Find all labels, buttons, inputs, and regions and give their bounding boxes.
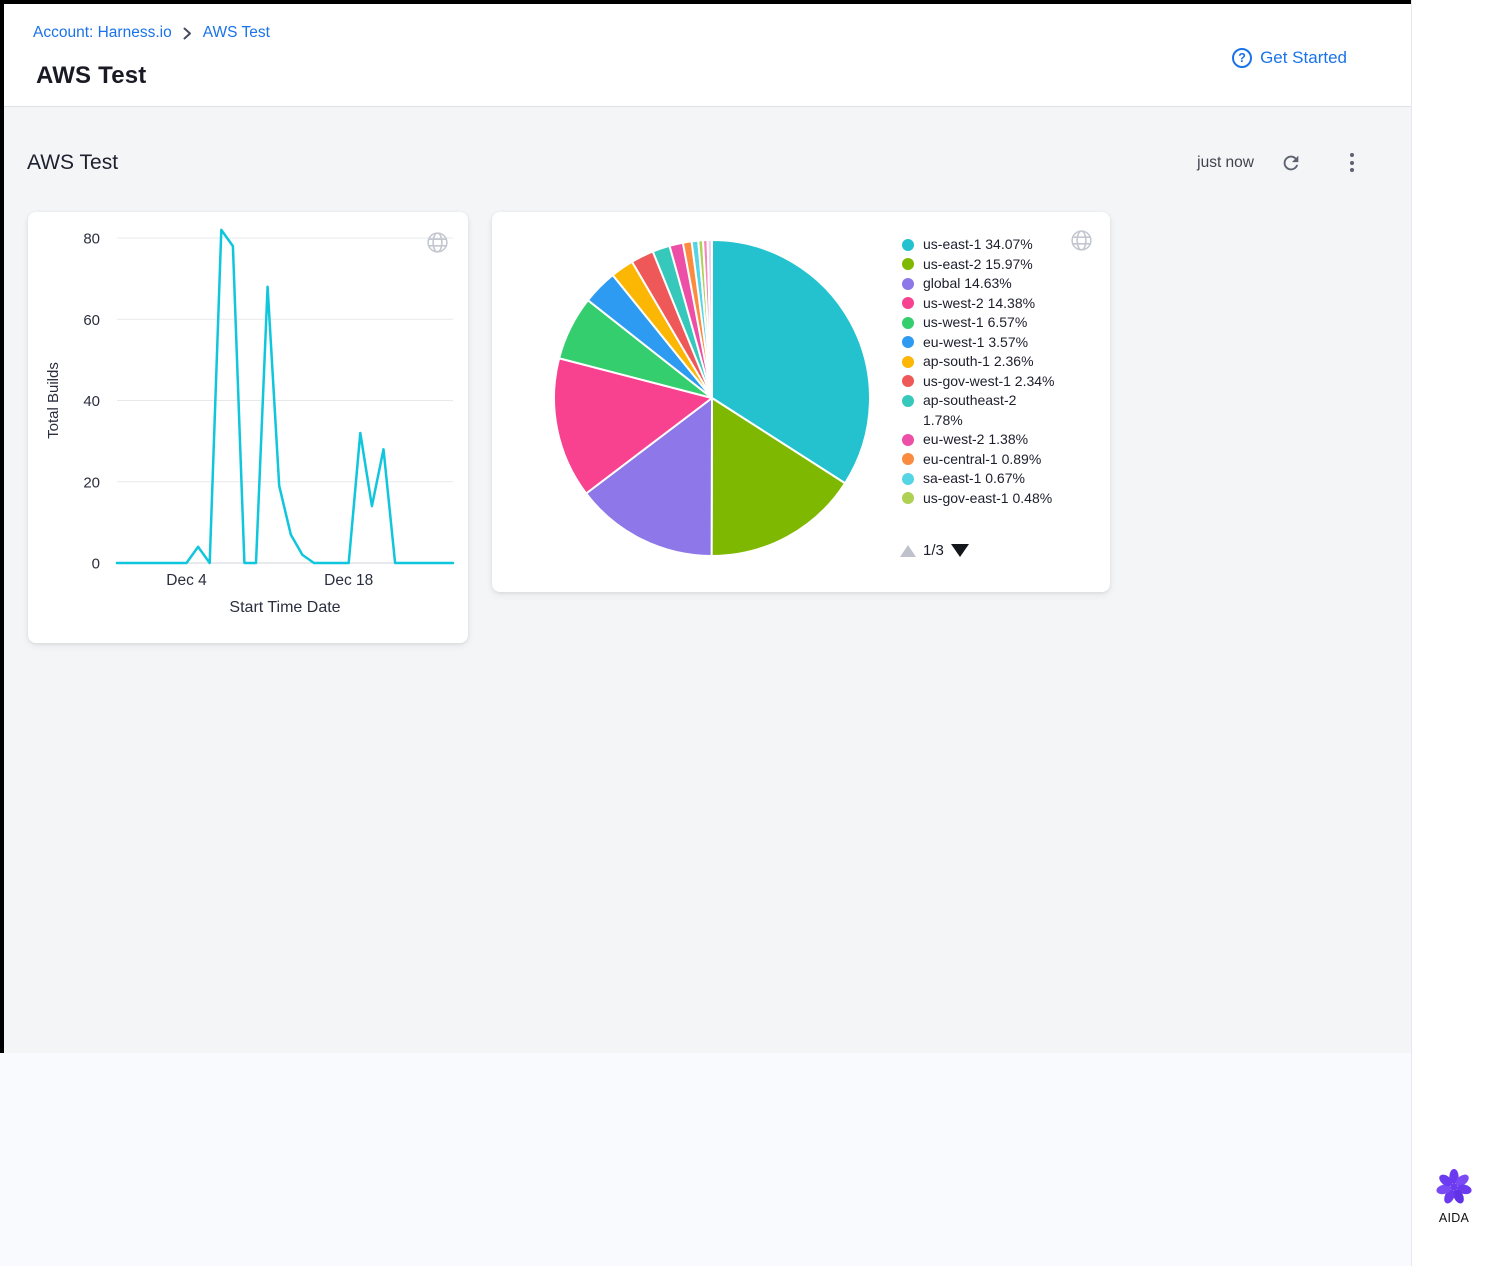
legend-swatch (902, 336, 914, 348)
legend-item[interactable]: eu-central-1 0.89% (902, 450, 1062, 470)
pie-chart[interactable] (492, 212, 932, 592)
legend-item[interactable]: ap-southeast-2 1.78% (902, 391, 1062, 430)
legend-swatch (902, 278, 914, 290)
breadcrumb-account-link[interactable]: Account: Harness.io (33, 24, 172, 42)
legend-pagination: 1/3 (900, 542, 969, 559)
legend-swatch (902, 258, 914, 270)
legend-label: us-east-1 34.07% (923, 235, 1055, 255)
legend-swatch (902, 297, 914, 309)
legend-item[interactable]: us-gov-west-1 2.34% (902, 372, 1062, 392)
svg-text:Dec 18: Dec 18 (324, 572, 373, 589)
legend-label: global 14.63% (923, 274, 1055, 294)
legend-item[interactable]: sa-east-1 0.67% (902, 469, 1062, 489)
legend-page-down-icon[interactable] (951, 544, 969, 557)
legend-item[interactable]: eu-west-2 1.38% (902, 430, 1062, 450)
legend-label: us-west-2 14.38% (923, 294, 1055, 314)
svg-text:Total Builds: Total Builds (45, 362, 62, 439)
legend-label: eu-west-1 3.57% (923, 333, 1055, 353)
get-started-label: Get Started (1260, 48, 1347, 68)
pie-legend: us-east-1 34.07%us-east-2 15.97%global 1… (902, 235, 1062, 536)
legend-label: us-gov-east-1 0.48% (923, 489, 1055, 509)
breadcrumb-current-link[interactable]: AWS Test (203, 24, 270, 42)
legend-label: eu-central-1 0.89% (923, 450, 1055, 470)
get-started-link[interactable]: ? Get Started (1232, 48, 1347, 68)
aida-flower-icon (1435, 1168, 1473, 1206)
dashboard-area: AWS Test just now 0 20 40 60 80 Dec 4 Dec 18 St… (4, 107, 1411, 1053)
svg-text:40: 40 (83, 393, 100, 410)
legend-label: us-east-2 15.97% (923, 255, 1055, 275)
svg-text:Start Time Date: Start Time Date (229, 599, 340, 616)
legend-label: ap-south-1 2.36% (923, 352, 1055, 372)
aida-button[interactable]: AIDA (1412, 1168, 1496, 1225)
legend-item[interactable]: ap-south-1 2.36% (902, 352, 1062, 372)
svg-text:80: 80 (83, 231, 100, 248)
legend-swatch (902, 492, 914, 504)
refresh-icon[interactable] (1280, 152, 1302, 174)
legend-item[interactable]: eu-west-1 3.57% (902, 333, 1062, 353)
legend-item[interactable]: global 14.63% (902, 274, 1062, 294)
legend-label: us-gov-west-1 2.34% (923, 372, 1055, 392)
pie-chart-card: us-east-1 34.07%us-east-2 15.97%global 1… (492, 212, 1110, 592)
legend-item[interactable]: us-west-1 6.57% (902, 313, 1062, 333)
bottom-strip (0, 1053, 1411, 1266)
legend-label: sa-east-1 0.67% (923, 469, 1055, 489)
page-header: Account: Harness.io AWS Test AWS Test ? … (4, 4, 1411, 107)
dashboard-controls: just now (1197, 151, 1360, 174)
legend-swatch (902, 317, 914, 329)
kebab-menu-icon[interactable] (1344, 151, 1360, 174)
help-icon: ? (1232, 48, 1252, 68)
svg-text:Dec 4: Dec 4 (166, 572, 207, 589)
legend-item[interactable]: us-gov-east-1 0.48% (902, 489, 1062, 509)
legend-swatch (902, 473, 914, 485)
globe-icon (1069, 228, 1094, 253)
legend-item[interactable]: us-east-1 34.07% (902, 235, 1062, 255)
last-refreshed-text: just now (1197, 154, 1254, 172)
svg-text:20: 20 (83, 474, 100, 491)
line-chart-card: 0 20 40 60 80 Dec 4 Dec 18 Start Time Date Total… (28, 212, 468, 643)
chevron-right-icon (183, 27, 192, 40)
breadcrumb: Account: Harness.io AWS Test (33, 24, 270, 42)
page-title: AWS Test (36, 62, 147, 90)
right-rail: AIDA (1411, 0, 1496, 1266)
globe-icon (425, 230, 450, 255)
legend-page-label: 1/3 (923, 542, 944, 559)
legend-item[interactable]: us-west-2 14.38% (902, 294, 1062, 314)
legend-swatch (902, 356, 914, 368)
legend-item[interactable]: us-east-2 15.97% (902, 255, 1062, 275)
legend-label: us-west-1 6.57% (923, 313, 1055, 333)
legend-label: ap-southeast-2 1.78% (923, 391, 1055, 430)
svg-text:60: 60 (83, 312, 100, 329)
line-chart[interactable]: 0 20 40 60 80 Dec 4 Dec 18 Start Time Date Total… (28, 212, 468, 643)
legend-swatch (902, 375, 914, 387)
aida-label: AIDA (1439, 1211, 1469, 1225)
legend-swatch (902, 395, 914, 407)
dashboard-title: AWS Test (27, 151, 118, 175)
legend-swatch (902, 239, 914, 251)
legend-label: eu-west-2 1.38% (923, 430, 1055, 450)
legend-swatch (902, 434, 914, 446)
legend-page-up-icon[interactable] (900, 545, 916, 557)
svg-text:0: 0 (92, 556, 100, 573)
legend-swatch (902, 453, 914, 465)
